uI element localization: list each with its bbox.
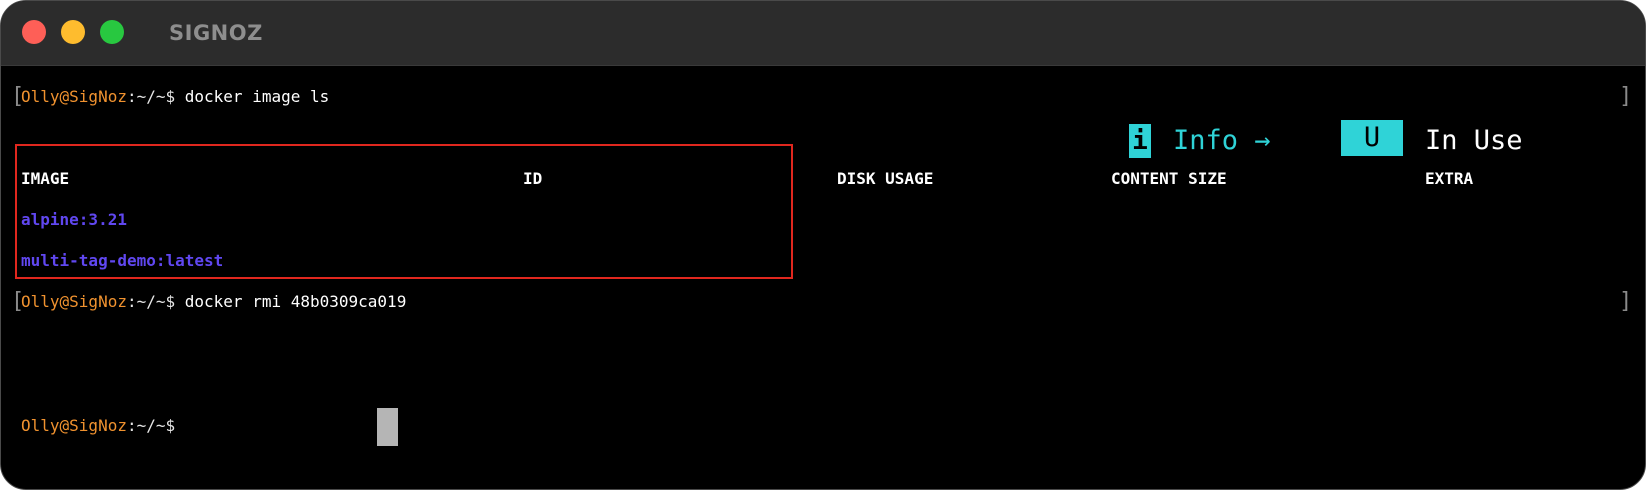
info-icon: i [1129,124,1151,158]
table-row-disk-usage: 12.8MB [989,251,1047,270]
title-bar: SIGNOZ [1,1,1645,66]
line-marker-right: ] [1619,84,1633,109]
error-output-line-1: Error response from daemon: conflict: un… [21,333,725,352]
legend-in-use-label: In Use [1425,125,1523,156]
close-icon[interactable] [22,20,46,44]
command-line-3: Olly@SigNoz:~/~$ [21,406,185,446]
column-header-disk-usage: DISK USAGE [837,169,934,188]
command-text: docker rmi 48b0309ca019 [184,292,407,311]
highlight-annotation-box [15,144,793,279]
prompt-user-host: Olly@SigNoz [21,87,127,106]
table-row-content-size: 4MB [1330,210,1359,229]
terminal-window: SIGNOZ [ ] [ ] Olly@SigNoz:~/~$ docker i… [0,0,1646,490]
column-header-extra: EXTRA [1425,169,1474,188]
prompt-user-host: Olly@SigNoz [21,292,127,311]
window-title: SIGNOZ [169,21,263,45]
maximize-icon[interactable] [100,20,124,44]
line-marker-right: ] [1619,289,1633,314]
prompt-path: :~/~$ [126,416,185,435]
legend-info-label: Info → [1173,125,1271,156]
command-line-2: Olly@SigNoz:~/~$ docker rmi 48b0309ca019 [21,282,406,322]
table-row-disk-usage: 12.8MB [989,210,1047,229]
in-use-badge: U [1341,120,1403,156]
command-line-1: Olly@SigNoz:~/~$ docker image ls [21,77,329,117]
error-output-line-2: be forced) - image is referenced in mult… [21,374,580,393]
prompt-path: :~/~$ [126,87,185,106]
column-header-content-size: CONTENT SIZE [1111,169,1227,188]
prompt-path: :~/~$ [126,292,185,311]
prompt-user-host: Olly@SigNoz [21,416,127,435]
cursor-icon [377,408,398,446]
command-text: docker image ls [184,87,330,106]
minimize-icon[interactable] [61,20,85,44]
table-row-content-size: 4MB [1330,251,1359,270]
